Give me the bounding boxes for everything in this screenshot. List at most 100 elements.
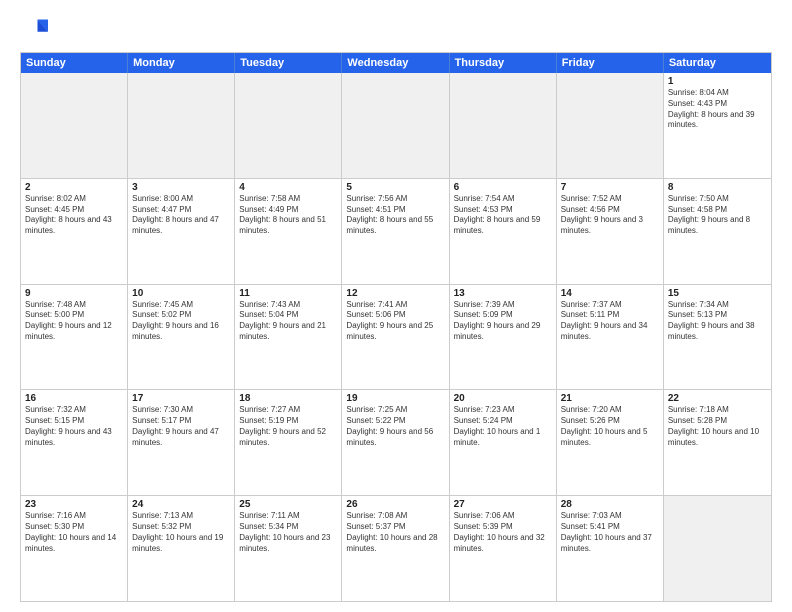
calendar-row-0: 1Sunrise: 8:04 AM Sunset: 4:43 PM Daylig… — [21, 73, 771, 179]
calendar-cell-3: 3Sunrise: 8:00 AM Sunset: 4:47 PM Daylig… — [128, 179, 235, 284]
calendar-cell-8: 8Sunrise: 7:50 AM Sunset: 4:58 PM Daylig… — [664, 179, 771, 284]
day-info: Sunrise: 7:27 AM Sunset: 5:19 PM Dayligh… — [239, 405, 337, 448]
calendar-row-1: 2Sunrise: 8:02 AM Sunset: 4:45 PM Daylig… — [21, 179, 771, 285]
calendar-row-4: 23Sunrise: 7:16 AM Sunset: 5:30 PM Dayli… — [21, 496, 771, 601]
day-info: Sunrise: 7:52 AM Sunset: 4:56 PM Dayligh… — [561, 194, 659, 237]
logo — [20, 16, 52, 44]
day-info: Sunrise: 7:25 AM Sunset: 5:22 PM Dayligh… — [346, 405, 444, 448]
header-day-thursday: Thursday — [450, 53, 557, 73]
day-info: Sunrise: 7:48 AM Sunset: 5:00 PM Dayligh… — [25, 300, 123, 343]
day-number: 8 — [668, 182, 767, 193]
day-number: 10 — [132, 288, 230, 299]
calendar-header: SundayMondayTuesdayWednesdayThursdayFrid… — [21, 53, 771, 73]
day-info: Sunrise: 7:16 AM Sunset: 5:30 PM Dayligh… — [25, 511, 123, 554]
logo-icon — [20, 16, 48, 44]
calendar-cell-22: 22Sunrise: 7:18 AM Sunset: 5:28 PM Dayli… — [664, 390, 771, 495]
calendar-cell-5: 5Sunrise: 7:56 AM Sunset: 4:51 PM Daylig… — [342, 179, 449, 284]
calendar-cell-27: 27Sunrise: 7:06 AM Sunset: 5:39 PM Dayli… — [450, 496, 557, 601]
calendar-cell-9: 9Sunrise: 7:48 AM Sunset: 5:00 PM Daylig… — [21, 285, 128, 390]
day-info: Sunrise: 7:06 AM Sunset: 5:39 PM Dayligh… — [454, 511, 552, 554]
calendar-cell-empty-0-2 — [235, 73, 342, 178]
calendar-cell-13: 13Sunrise: 7:39 AM Sunset: 5:09 PM Dayli… — [450, 285, 557, 390]
day-info: Sunrise: 7:45 AM Sunset: 5:02 PM Dayligh… — [132, 300, 230, 343]
calendar-cell-2: 2Sunrise: 8:02 AM Sunset: 4:45 PM Daylig… — [21, 179, 128, 284]
header — [20, 16, 772, 44]
calendar: SundayMondayTuesdayWednesdayThursdayFrid… — [20, 52, 772, 602]
calendar-body: 1Sunrise: 8:04 AM Sunset: 4:43 PM Daylig… — [21, 73, 771, 601]
header-day-tuesday: Tuesday — [235, 53, 342, 73]
day-number: 3 — [132, 182, 230, 193]
day-info: Sunrise: 7:32 AM Sunset: 5:15 PM Dayligh… — [25, 405, 123, 448]
calendar-cell-1: 1Sunrise: 8:04 AM Sunset: 4:43 PM Daylig… — [664, 73, 771, 178]
calendar-cell-28: 28Sunrise: 7:03 AM Sunset: 5:41 PM Dayli… — [557, 496, 664, 601]
day-info: Sunrise: 7:11 AM Sunset: 5:34 PM Dayligh… — [239, 511, 337, 554]
day-number: 4 — [239, 182, 337, 193]
day-number: 14 — [561, 288, 659, 299]
calendar-cell-26: 26Sunrise: 7:08 AM Sunset: 5:37 PM Dayli… — [342, 496, 449, 601]
day-info: Sunrise: 7:20 AM Sunset: 5:26 PM Dayligh… — [561, 405, 659, 448]
day-number: 7 — [561, 182, 659, 193]
calendar-cell-23: 23Sunrise: 7:16 AM Sunset: 5:30 PM Dayli… — [21, 496, 128, 601]
day-info: Sunrise: 8:04 AM Sunset: 4:43 PM Dayligh… — [668, 88, 767, 131]
day-info: Sunrise: 7:39 AM Sunset: 5:09 PM Dayligh… — [454, 300, 552, 343]
calendar-cell-20: 20Sunrise: 7:23 AM Sunset: 5:24 PM Dayli… — [450, 390, 557, 495]
calendar-cell-24: 24Sunrise: 7:13 AM Sunset: 5:32 PM Dayli… — [128, 496, 235, 601]
day-info: Sunrise: 7:41 AM Sunset: 5:06 PM Dayligh… — [346, 300, 444, 343]
day-number: 18 — [239, 393, 337, 404]
day-number: 9 — [25, 288, 123, 299]
day-number: 19 — [346, 393, 444, 404]
header-day-saturday: Saturday — [664, 53, 771, 73]
day-number: 15 — [668, 288, 767, 299]
day-info: Sunrise: 7:13 AM Sunset: 5:32 PM Dayligh… — [132, 511, 230, 554]
calendar-cell-empty-0-1 — [128, 73, 235, 178]
calendar-cell-empty-0-0 — [21, 73, 128, 178]
page: SundayMondayTuesdayWednesdayThursdayFrid… — [0, 0, 792, 612]
day-info: Sunrise: 7:54 AM Sunset: 4:53 PM Dayligh… — [454, 194, 552, 237]
header-day-monday: Monday — [128, 53, 235, 73]
day-number: 24 — [132, 499, 230, 510]
header-day-sunday: Sunday — [21, 53, 128, 73]
calendar-row-2: 9Sunrise: 7:48 AM Sunset: 5:00 PM Daylig… — [21, 285, 771, 391]
calendar-cell-11: 11Sunrise: 7:43 AM Sunset: 5:04 PM Dayli… — [235, 285, 342, 390]
day-number: 26 — [346, 499, 444, 510]
day-info: Sunrise: 7:50 AM Sunset: 4:58 PM Dayligh… — [668, 194, 767, 237]
day-info: Sunrise: 7:56 AM Sunset: 4:51 PM Dayligh… — [346, 194, 444, 237]
day-info: Sunrise: 7:30 AM Sunset: 5:17 PM Dayligh… — [132, 405, 230, 448]
day-info: Sunrise: 7:43 AM Sunset: 5:04 PM Dayligh… — [239, 300, 337, 343]
calendar-cell-4: 4Sunrise: 7:58 AM Sunset: 4:49 PM Daylig… — [235, 179, 342, 284]
header-day-friday: Friday — [557, 53, 664, 73]
calendar-cell-empty-0-3 — [342, 73, 449, 178]
calendar-cell-empty-0-5 — [557, 73, 664, 178]
day-number: 1 — [668, 76, 767, 87]
day-number: 27 — [454, 499, 552, 510]
calendar-cell-10: 10Sunrise: 7:45 AM Sunset: 5:02 PM Dayli… — [128, 285, 235, 390]
day-info: Sunrise: 7:37 AM Sunset: 5:11 PM Dayligh… — [561, 300, 659, 343]
day-number: 11 — [239, 288, 337, 299]
calendar-cell-12: 12Sunrise: 7:41 AM Sunset: 5:06 PM Dayli… — [342, 285, 449, 390]
day-number: 20 — [454, 393, 552, 404]
day-number: 17 — [132, 393, 230, 404]
day-number: 21 — [561, 393, 659, 404]
calendar-cell-7: 7Sunrise: 7:52 AM Sunset: 4:56 PM Daylig… — [557, 179, 664, 284]
day-number: 25 — [239, 499, 337, 510]
calendar-cell-17: 17Sunrise: 7:30 AM Sunset: 5:17 PM Dayli… — [128, 390, 235, 495]
day-number: 5 — [346, 182, 444, 193]
calendar-cell-empty-4-6 — [664, 496, 771, 601]
calendar-cell-21: 21Sunrise: 7:20 AM Sunset: 5:26 PM Dayli… — [557, 390, 664, 495]
day-info: Sunrise: 8:00 AM Sunset: 4:47 PM Dayligh… — [132, 194, 230, 237]
calendar-cell-6: 6Sunrise: 7:54 AM Sunset: 4:53 PM Daylig… — [450, 179, 557, 284]
calendar-cell-18: 18Sunrise: 7:27 AM Sunset: 5:19 PM Dayli… — [235, 390, 342, 495]
day-number: 22 — [668, 393, 767, 404]
day-number: 6 — [454, 182, 552, 193]
header-day-wednesday: Wednesday — [342, 53, 449, 73]
day-info: Sunrise: 7:08 AM Sunset: 5:37 PM Dayligh… — [346, 511, 444, 554]
day-info: Sunrise: 7:34 AM Sunset: 5:13 PM Dayligh… — [668, 300, 767, 343]
calendar-cell-empty-0-4 — [450, 73, 557, 178]
day-number: 28 — [561, 499, 659, 510]
day-number: 13 — [454, 288, 552, 299]
day-number: 2 — [25, 182, 123, 193]
day-info: Sunrise: 7:23 AM Sunset: 5:24 PM Dayligh… — [454, 405, 552, 448]
calendar-cell-16: 16Sunrise: 7:32 AM Sunset: 5:15 PM Dayli… — [21, 390, 128, 495]
day-number: 16 — [25, 393, 123, 404]
day-info: Sunrise: 7:58 AM Sunset: 4:49 PM Dayligh… — [239, 194, 337, 237]
